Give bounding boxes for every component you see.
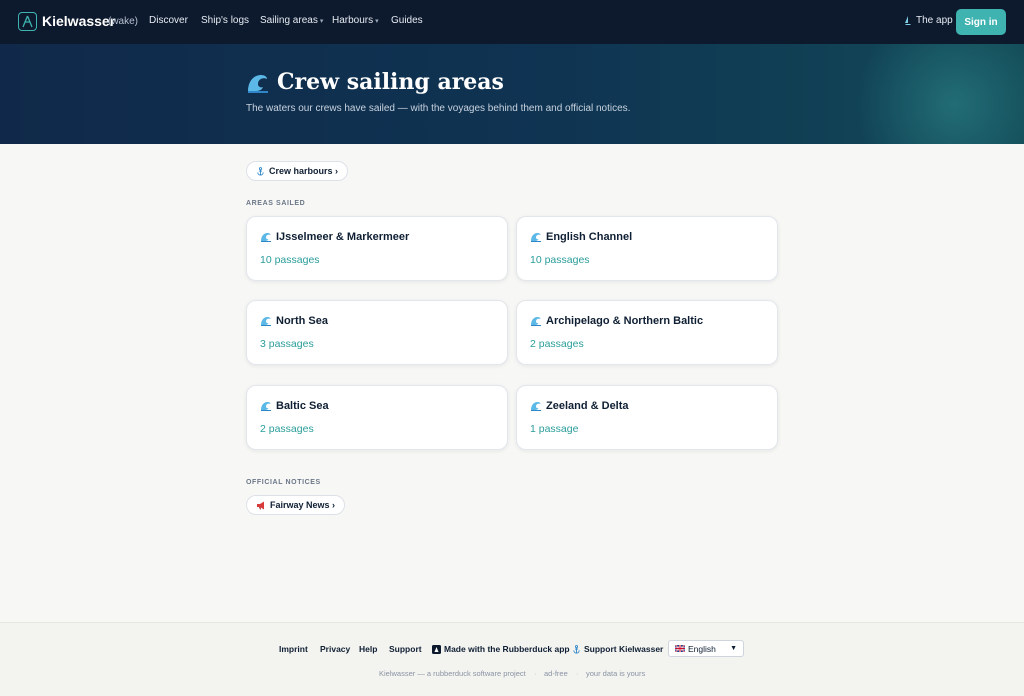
sign-in-button[interactable]: Sign in [956, 9, 1006, 35]
wave-icon [531, 317, 541, 326]
chevron-down-icon: ▼ [730, 645, 737, 652]
area-card[interactable]: Baltic Sea 2 passages [246, 385, 508, 450]
footer-support-link[interactable]: Support [389, 644, 422, 654]
rubberduck-app-icon [432, 644, 441, 654]
area-name: IJsselmeer & Markermeer [276, 231, 410, 243]
area-card[interactable]: Archipelago & Northern Baltic 2 passages [516, 300, 778, 365]
support-kielwasser-link[interactable]: Support Kielwasser [572, 644, 663, 654]
area-card-title: Zeeland & Delta [530, 400, 629, 412]
area-card-title: Archipelago & Northern Baltic [530, 315, 703, 327]
footer-separator: · [576, 669, 579, 678]
made-with-label: Made with the Rubberduck app [444, 644, 570, 654]
area-card-title: IJsselmeer & Markermeer [260, 231, 409, 243]
megaphone-icon [257, 501, 264, 509]
footer-privacy-link[interactable]: Privacy [320, 644, 350, 654]
language-select[interactable]: English ▼ [668, 640, 744, 657]
area-name: North Sea [276, 315, 328, 327]
page-title: Crew sailing areas [277, 69, 504, 95]
nav-sailing-areas-label: Sailing areas [260, 15, 318, 26]
chevron-down-icon: ▾ [375, 17, 379, 25]
top-nav: Kielwasser (wake) Discover Ship's logs S… [0, 0, 1024, 44]
the-app-link[interactable]: The app [904, 15, 953, 26]
wave-icon [531, 402, 541, 411]
sailboat-icon [905, 16, 911, 25]
wave-icon [261, 233, 271, 242]
anchor-icon [573, 644, 580, 654]
passage-count: 10 passages [530, 254, 590, 266]
the-app-label: The app [916, 15, 953, 26]
crew-harbours-button[interactable]: Crew harbours › [246, 161, 349, 181]
area-card-title: Baltic Sea [260, 400, 329, 412]
wave-icon [261, 402, 271, 411]
language-value: English [688, 643, 716, 654]
official-notices-heading: OFFICIAL NOTICES [246, 479, 321, 486]
footer-separator: · [534, 669, 537, 678]
brand-name[interactable]: Kielwasser [42, 13, 115, 29]
kielwasser-logo-icon[interactable] [18, 12, 37, 31]
passage-count: 1 passage [530, 423, 579, 435]
hero-glow [844, 44, 1024, 144]
brand-tag: (wake) [108, 16, 139, 27]
footer: Imprint Privacy Help Support Made with t… [0, 622, 1024, 696]
passage-count: 10 passages [260, 254, 320, 266]
passage-count: 2 passages [530, 338, 584, 350]
area-name: Zeeland & Delta [546, 400, 629, 412]
area-card-title: English Channel [530, 231, 632, 243]
footer-help-link[interactable]: Help [359, 644, 377, 654]
nav-sailing-areas[interactable]: Sailing areas ▾ [260, 15, 323, 26]
support-kielwasser-label: Support Kielwasser [584, 644, 664, 654]
footer-project-note: Kielwasser — a rubberduck software proje… [379, 669, 526, 678]
passage-count: 3 passages [260, 338, 314, 350]
area-card[interactable]: North Sea 3 passages [246, 300, 508, 365]
footer-ad-free: ad-free [544, 669, 568, 678]
fairway-news-label: Fairway News › [270, 500, 336, 510]
passage-count: 2 passages [260, 423, 314, 435]
nav-discover-label: Discover [149, 15, 188, 26]
area-card[interactable]: IJsselmeer & Markermeer 10 passages [246, 216, 508, 281]
wave-icon [261, 317, 271, 326]
nav-guides[interactable]: Guides [391, 15, 423, 26]
wave-icon [248, 75, 268, 93]
area-name: Archipelago & Northern Baltic [546, 315, 704, 327]
anchor-icon [257, 166, 264, 176]
page-subtitle: The waters our crews have sailed — with … [246, 103, 631, 114]
nav-ships-logs[interactable]: Ship's logs [201, 15, 249, 26]
area-name: Baltic Sea [276, 400, 329, 412]
nav-discover[interactable]: Discover [149, 15, 188, 26]
footer-data-note: your data is yours [586, 669, 646, 678]
made-with-rubberduck-link[interactable]: Made with the Rubberduck app [432, 644, 570, 654]
nav-harbours[interactable]: Harbours ▾ [332, 15, 379, 26]
hero-banner: Crew sailing areas The waters our crews … [0, 44, 1024, 144]
area-card[interactable]: English Channel 10 passages [516, 216, 778, 281]
nav-harbours-label: Harbours [332, 15, 374, 26]
areas-sailed-heading: AREAS SAILED [246, 200, 306, 207]
uk-flag-icon [675, 645, 685, 652]
footer-imprint-link[interactable]: Imprint [279, 644, 308, 654]
area-card[interactable]: Zeeland & Delta 1 passage [516, 385, 778, 450]
crew-harbours-label: Crew harbours › [269, 166, 339, 176]
area-card-title: North Sea [260, 315, 328, 327]
nav-ships-logs-label: Ship's logs [201, 15, 250, 26]
nav-guides-label: Guides [391, 15, 423, 26]
area-name: English Channel [546, 231, 633, 243]
fairway-news-button[interactable]: Fairway News › [246, 495, 346, 515]
chevron-down-icon: ▾ [319, 17, 324, 25]
wave-icon [531, 233, 541, 242]
